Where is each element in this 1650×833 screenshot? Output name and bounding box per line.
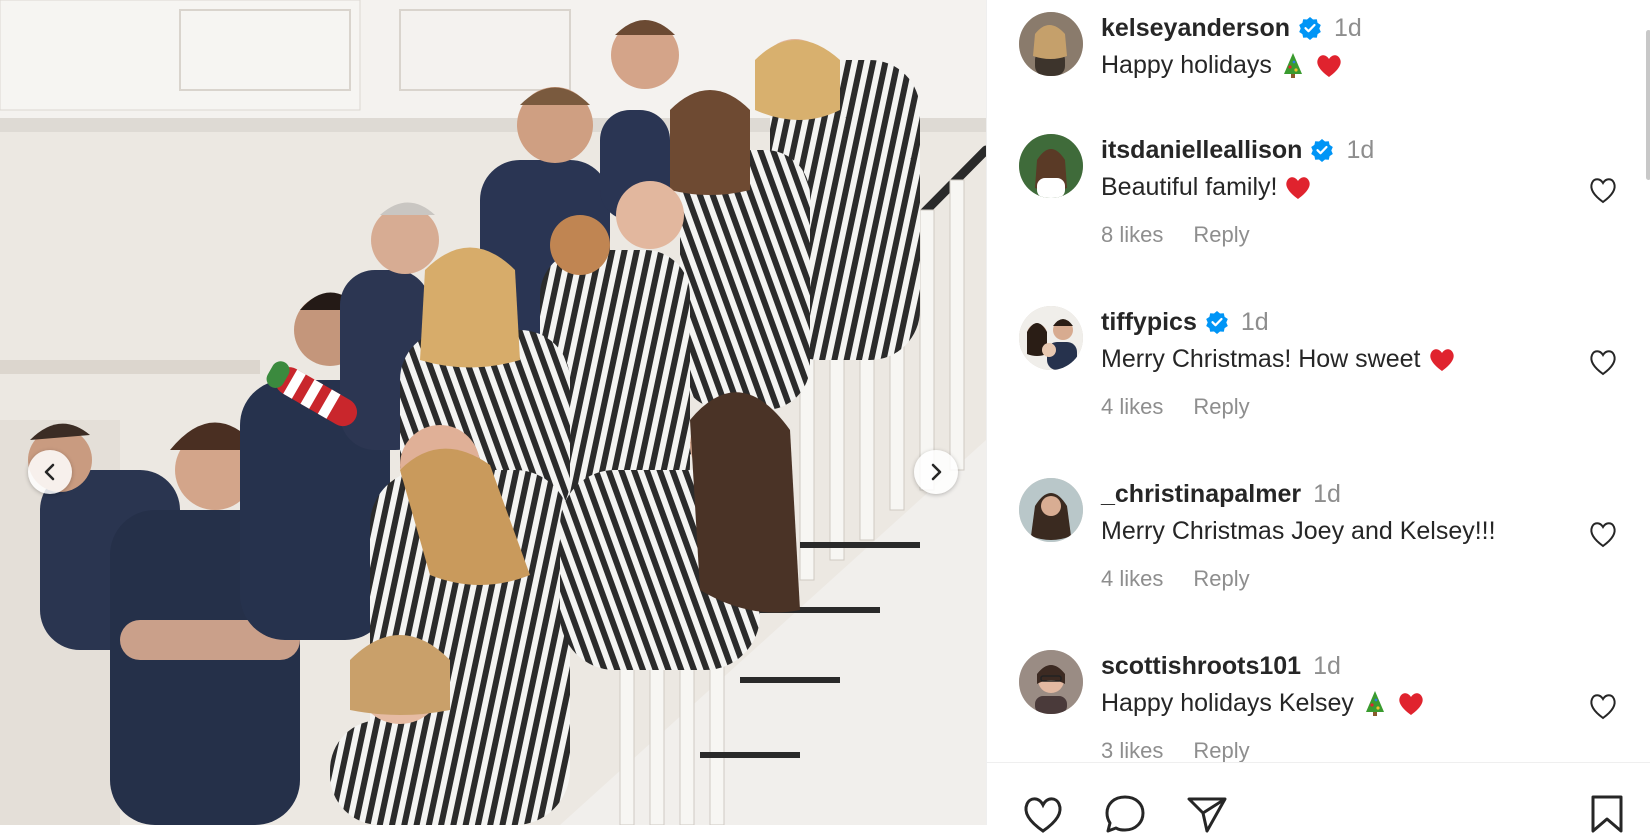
comment-likes-count[interactable]: 4 likes (1101, 394, 1163, 420)
comment-time: 1d (1313, 651, 1341, 680)
verified-badge-icon (1205, 310, 1229, 334)
caption-username[interactable]: kelseyanderson (1101, 14, 1290, 43)
comment-time: 1d (1313, 479, 1341, 508)
red-heart-emoji (1286, 177, 1311, 199)
comment-text: Happy holidays Kelsey (1101, 688, 1354, 717)
red-heart-emoji (1399, 693, 1423, 715)
bookmark-icon[interactable] (1583, 793, 1631, 833)
christmas-tree-emoji (1283, 53, 1302, 78)
comment-likes-count[interactable]: 8 likes (1101, 222, 1163, 248)
chevron-right-icon (931, 463, 942, 481)
chevron-left-icon (44, 463, 55, 481)
avatar[interactable] (1019, 650, 1083, 714)
comment-text: Merry Christmas Joey and Kelsey!!! (1101, 516, 1496, 545)
comment-text: Merry Christmas! How sweet (1101, 344, 1421, 373)
comment-username[interactable]: tiffypics (1101, 308, 1197, 337)
family-staircase-photo (0, 0, 986, 825)
comment-time: 1d (1346, 135, 1375, 164)
verified-badge-icon (1298, 16, 1322, 40)
comment-username[interactable]: itsdanielleallison (1101, 136, 1302, 165)
comment-username[interactable]: _christinapalmer (1101, 480, 1301, 509)
avatar[interactable] (1019, 134, 1083, 198)
comment-time: 1d (1240, 307, 1269, 336)
reply-button[interactable]: Reply (1193, 394, 1249, 420)
send-icon[interactable] (1183, 793, 1231, 833)
avatar[interactable] (1019, 306, 1083, 370)
avatar[interactable] (1019, 478, 1083, 542)
reply-button[interactable]: Reply (1193, 738, 1249, 762)
caption-time: 1d (1334, 13, 1362, 42)
caption-text: Happy holidays (1101, 50, 1272, 79)
red-heart-emoji (1317, 55, 1341, 77)
carousel-next-button[interactable] (914, 450, 958, 494)
red-heart-emoji (1429, 349, 1454, 371)
heart-outline-icon[interactable] (1587, 518, 1619, 550)
carousel-prev-button[interactable] (28, 450, 72, 494)
comment-icon[interactable] (1101, 793, 1149, 833)
comments-scrollbar[interactable] (1646, 30, 1650, 180)
comment-list[interactable]: kelseyanderson 1d Happy holidays itsdani… (987, 0, 1650, 762)
heart-outline-icon[interactable] (1587, 174, 1619, 206)
post-action-bar (987, 762, 1650, 833)
reply-button[interactable]: Reply (1193, 566, 1249, 592)
comment-likes-count[interactable]: 3 likes (1101, 738, 1163, 762)
christmas-tree-emoji (1365, 691, 1384, 716)
comment-username[interactable]: scottishroots101 (1101, 652, 1301, 681)
post-photo (0, 0, 986, 825)
reply-button[interactable]: Reply (1193, 222, 1249, 248)
verified-badge-icon (1310, 138, 1334, 162)
heart-outline-icon[interactable] (1019, 793, 1067, 833)
heart-outline-icon[interactable] (1587, 346, 1619, 378)
comment-likes-count[interactable]: 4 likes (1101, 566, 1163, 592)
heart-outline-icon[interactable] (1587, 690, 1619, 722)
comment-text: Beautiful family! (1101, 172, 1278, 201)
comments-panel: kelseyanderson 1d Happy holidays itsdani… (986, 0, 1650, 833)
avatar[interactable] (1019, 12, 1083, 76)
